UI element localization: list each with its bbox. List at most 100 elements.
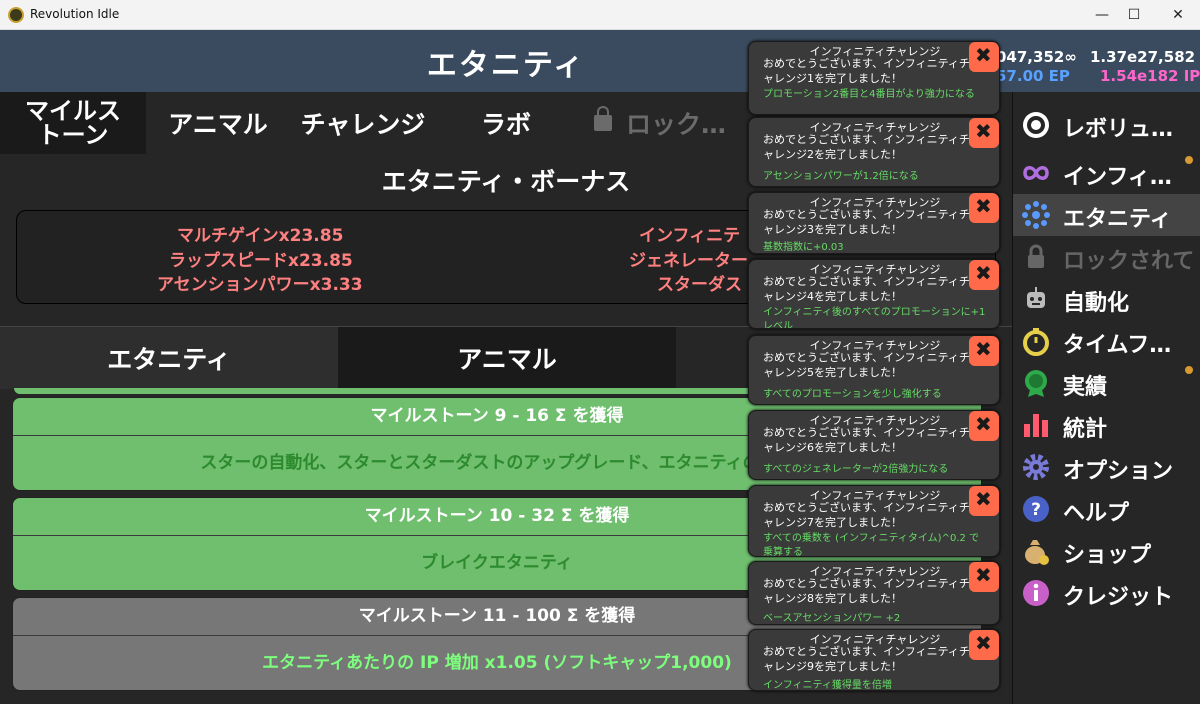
notification-message: おめでとうございます、インフィニティチャレンジ7を完了しました！ (763, 501, 970, 529)
stopwatch-icon (1023, 328, 1049, 356)
notification-message: おめでとうございます、インフィニティチャレンジ8を完了しました！ (763, 577, 970, 605)
notification-reward: インフィニティ獲得量を倍増 (763, 680, 892, 691)
tab-lab[interactable]: ラボ (436, 92, 576, 154)
tab-locked-label: ロック… (626, 110, 727, 139)
bonus-generator: ジェネレーター (629, 251, 748, 271)
challenge-notification: インフィニティチャレンジ おめでとうございます、インフィニティチャレンジ9を完了… (748, 629, 1000, 691)
notification-close-button[interactable]: ✖ (969, 562, 999, 592)
notification-close-button[interactable]: ✖ (969, 630, 999, 660)
window-title: Revolution Idle (30, 7, 120, 21)
notification-reward: すべてのジェネレーターが2倍強力になる (763, 464, 949, 475)
sidebar-item-statistics[interactable]: 統計 (1013, 404, 1200, 446)
notification-reward: すべての乗数を (インフィニティタイム)^0.2 で乗算する (763, 533, 980, 557)
notification-dot (1185, 156, 1193, 164)
notification-reward: アセンションパワーが1.2倍になる (763, 171, 919, 182)
challenge-notification: インフィニティチャレンジ おめでとうございます、インフィニティチャレンジ8を完了… (748, 561, 1000, 625)
close-icon: ✖ (975, 337, 992, 361)
sidebar-item-time-flux[interactable]: タイムフ… (1013, 320, 1200, 362)
notification-close-button[interactable]: ✖ (969, 411, 999, 441)
sidebar-item-locked[interactable]: ロックされて (1013, 236, 1200, 278)
notification-close-button[interactable]: ✖ (969, 42, 999, 72)
close-icon: ✖ (975, 631, 992, 655)
close-icon: ✖ (975, 563, 992, 587)
lock-icon (1028, 244, 1044, 268)
sidebar-item-label: ヘルプ (1063, 501, 1130, 526)
sidebar-item-infinity[interactable]: インフィ… (1013, 152, 1200, 194)
sidebar-item-eternity[interactable]: エタニティ (1013, 194, 1200, 236)
challenge-notification: インフィニティチャレンジ おめでとうございます、インフィニティチャレンジ7を完了… (748, 485, 1000, 557)
sidebar-item-label: エタニティ (1063, 207, 1172, 232)
sidebar-item-label: ロックされて (1063, 249, 1195, 274)
bonus-ascension-power: アセンションパワーx3.33 (157, 275, 363, 295)
sidebar-item-label: レボリュ… (1063, 117, 1174, 142)
sidebar: レボリュ… インフィ… エタニティ ロックされて 自動化 タイムフ… 実績 統計… (1012, 92, 1200, 704)
bonus-stardust: スターダス (657, 275, 742, 295)
notification-close-button[interactable]: ✖ (969, 336, 999, 366)
sidebar-item-label: ショップ (1063, 543, 1152, 568)
notification-message: おめでとうございます、インフィニティチャレンジ2を完了しました！ (763, 133, 970, 161)
maximize-button[interactable]: ☐ (1112, 0, 1156, 30)
sidebar-item-credits[interactable]: クレジット (1013, 572, 1200, 614)
challenge-notification: インフィニティチャレンジ おめでとうございます、インフィニティチャレンジ1を完了… (748, 41, 1000, 115)
notification-close-button[interactable]: ✖ (969, 193, 999, 223)
sidebar-item-automation[interactable]: 自動化 (1013, 278, 1200, 320)
sidebar-item-shop[interactable]: ショップ (1013, 530, 1200, 572)
notification-close-button[interactable]: ✖ (969, 118, 999, 148)
close-icon: ✖ (975, 412, 992, 436)
bonus-infinity: インフィニテ (639, 226, 741, 246)
close-icon: ✖ (975, 487, 992, 511)
challenge-notification: インフィニティチャレンジ おめでとうございます、インフィニティチャレンジ3を完了… (748, 192, 1000, 254)
close-icon: ✖ (975, 261, 992, 285)
tab-animal[interactable]: アニマル (146, 92, 290, 154)
help-icon: ? (1023, 496, 1049, 522)
medal-icon (1025, 370, 1047, 397)
notification-reward: 基数指数に+0.03 (763, 242, 844, 253)
currency-ip: 1.54e182 IP (1100, 67, 1200, 85)
notification-message: おめでとうございます、インフィニティチャレンジ5を完了しました！ (763, 351, 970, 379)
notification-message: おめでとうございます、インフィニティチャレンジ6を完了しました！ (763, 426, 970, 454)
svg-text:?: ? (1031, 500, 1041, 520)
currency-ep: 57.00 EP (996, 67, 1070, 85)
notification-close-button[interactable]: ✖ (969, 486, 999, 516)
notification-reward: ベースアセンションパワー +2 (763, 613, 901, 624)
title-bar: Revolution Idle — ☐ ✕ (0, 0, 1200, 30)
notification-reward: インフィニティ後のすべてのプロモーションに+1レベル (763, 307, 986, 329)
challenge-notification: インフィニティチャレンジ おめでとうございます、インフィニティチャレンジ6を完了… (748, 410, 1000, 480)
bonus-multigain: マルチゲインx23.85 (177, 226, 344, 246)
challenge-notification: インフィニティチャレンジ おめでとうございます、インフィニティチャレンジ4を完了… (748, 259, 1000, 329)
close-icon: ✖ (975, 194, 992, 218)
sidebar-item-label: 実績 (1063, 375, 1108, 400)
lock-icon (594, 106, 612, 131)
sidebar-item-revolution[interactable]: レボリュ… (1013, 104, 1200, 146)
close-window-button[interactable]: ✕ (1156, 0, 1200, 30)
tab-milestone[interactable]: マイルス トーン (0, 92, 146, 154)
infinity-icon (1023, 166, 1049, 180)
sidebar-item-label: クレジット (1063, 585, 1174, 610)
sidebar-item-options[interactable]: オプション (1013, 446, 1200, 488)
bonus-lap-speed: ラップスピードx23.85 (169, 251, 353, 271)
close-icon: ✖ (975, 43, 992, 67)
currency-points: 1.37e27,582 ⊙ (1090, 48, 1200, 66)
challenge-notification: インフィニティチャレンジ おめでとうございます、インフィニティチャレンジ2を完了… (748, 117, 1000, 187)
notification-message: おめでとうございます、インフィニティチャレンジ3を完了しました！ (763, 208, 970, 236)
notification-reward: プロモーション2番目と4番目がより強力になる (763, 89, 975, 100)
subtab-animal[interactable]: アニマル (338, 327, 676, 389)
sidebar-item-help[interactable]: ? ヘルプ (1013, 488, 1200, 530)
notification-reward: すべてのプロモーションを少し強化する (763, 389, 942, 400)
sidebar-item-label: オプション (1063, 459, 1174, 484)
robot-icon (1027, 287, 1045, 308)
close-icon: ✖ (975, 119, 992, 143)
bar-chart-icon (1024, 414, 1048, 437)
revolution-icon (1023, 112, 1049, 138)
info-icon (1023, 580, 1049, 606)
tab-locked[interactable]: ロック… (576, 92, 746, 154)
subtab-eternity[interactable]: エタニティ (0, 327, 338, 389)
challenge-notification: インフィニティチャレンジ おめでとうございます、インフィニティチャレンジ5を完了… (748, 335, 1000, 405)
tab-challenge[interactable]: チャレンジ (290, 92, 436, 154)
eternity-icon (1022, 201, 1050, 229)
notification-close-button[interactable]: ✖ (969, 260, 999, 290)
sidebar-item-achievements[interactable]: 実績 (1013, 362, 1200, 404)
app-window: Revolution Idle — ☐ ✕ エタニティ 047,352∞ 1.3… (0, 0, 1200, 704)
sidebar-item-label: インフィ… (1063, 165, 1172, 190)
notification-dot (1185, 366, 1193, 374)
